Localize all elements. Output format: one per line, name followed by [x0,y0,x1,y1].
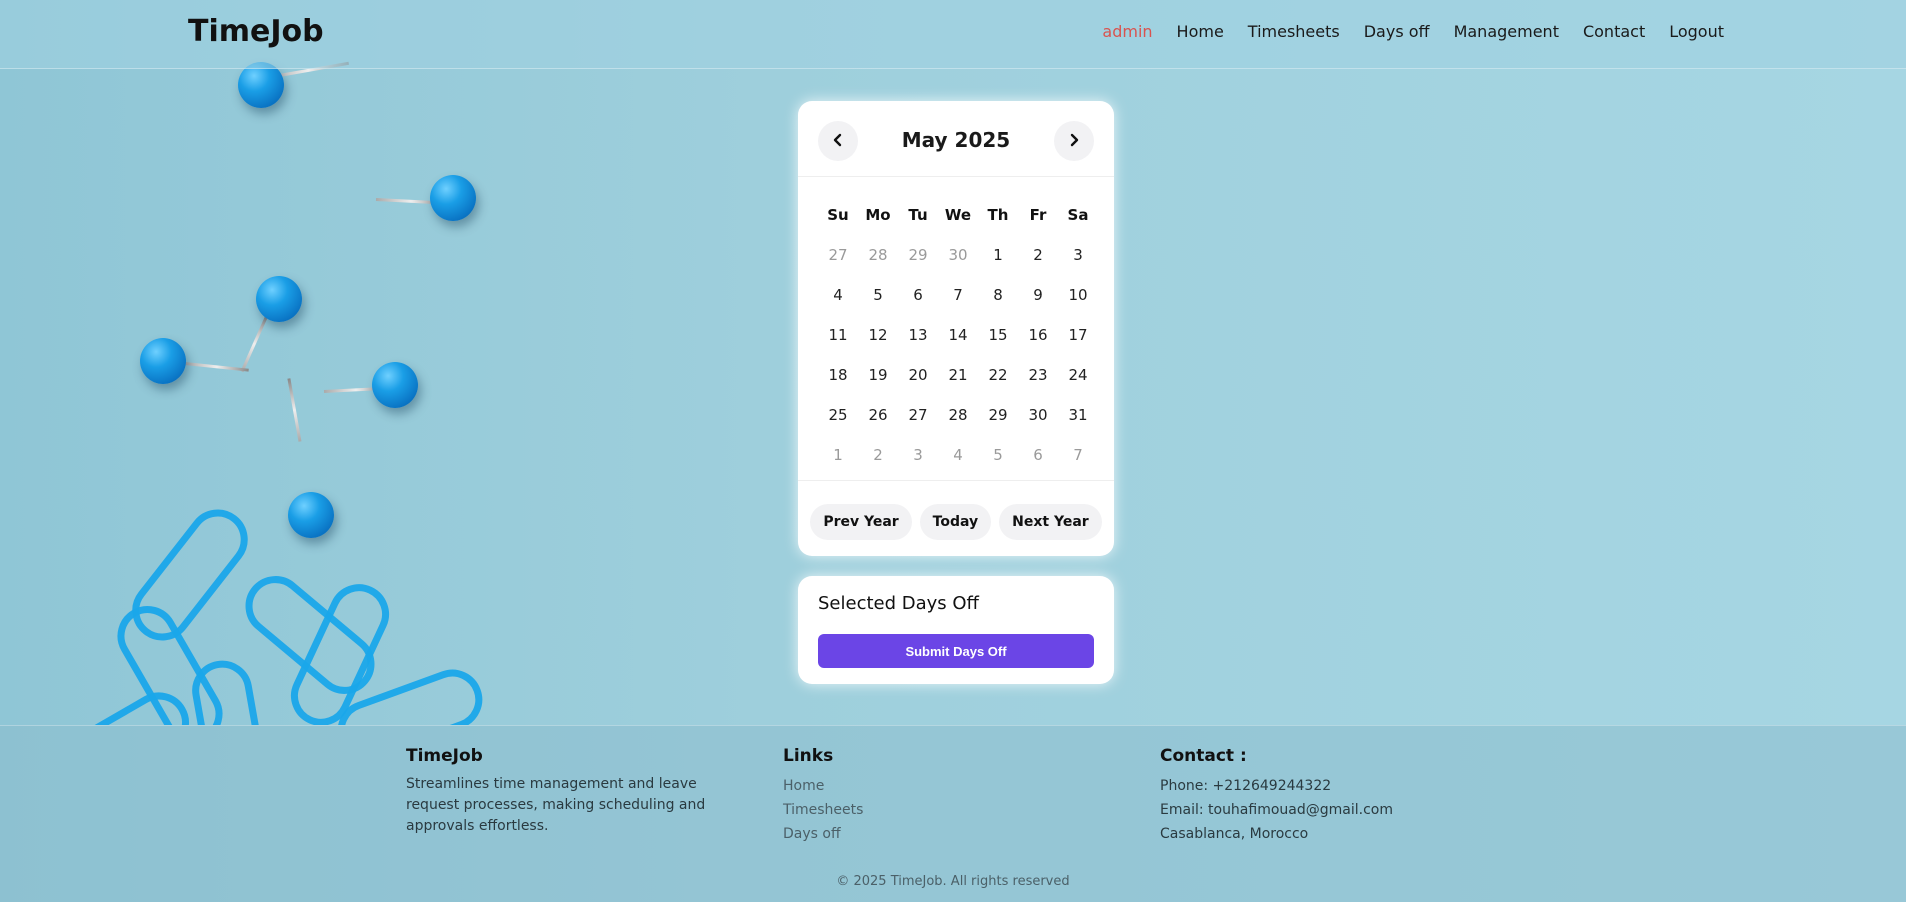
calendar-day[interactable]: 26 [858,395,898,435]
calendar-day[interactable]: 11 [818,315,858,355]
calendar-day-outside-month[interactable]: 4 [938,435,978,475]
calendar-day[interactable]: 21 [938,355,978,395]
calendar-day[interactable]: 14 [938,315,978,355]
footer-about: TimeJob Streamlines time management and … [406,746,726,837]
calendar-day[interactable]: 28 [938,395,978,435]
footer-link-days-off[interactable]: Days off [783,822,983,846]
next-month-button[interactable] [1054,121,1094,161]
nav-contact[interactable]: Contact [1583,22,1645,41]
calendar-day[interactable]: 6 [898,275,938,315]
footer-links-title: Links [783,746,834,766]
nav-management[interactable]: Management [1454,22,1559,41]
top-navbar: TimeJob admin Home Timesheets Days off M… [0,0,1906,69]
calendar-day[interactable]: 18 [818,355,858,395]
footer-link-home[interactable]: Home [783,774,983,798]
calendar-day[interactable]: 3 [1058,235,1098,275]
nav-admin[interactable]: admin [1102,22,1152,41]
calendar-day-outside-month[interactable]: 29 [898,235,938,275]
footer-email: Email: touhafimouad@gmail.com [1160,802,1393,818]
footer-contact-title: Contact : [1160,746,1247,766]
calendar-day-outside-month[interactable]: 1 [818,435,858,475]
calendar-day[interactable]: 1 [978,235,1018,275]
calendar-header: May 2025 [798,101,1114,177]
calendar-day-outside-month[interactable]: 27 [818,235,858,275]
calendar-day[interactable]: 2 [1018,235,1058,275]
next-year-button[interactable]: Next Year [999,503,1102,540]
calendar-day-outside-month[interactable]: 3 [898,435,938,475]
calendar-day[interactable]: 31 [1058,395,1098,435]
calendar-day[interactable]: 22 [978,355,1018,395]
calendar-card: May 2025 Su Mo Tu We Th Fr Sa 27 28 29 30 1 2 3 4 5 6 7 8 9… [798,101,1114,556]
footer-about-text: Streamlines time management and leave re… [406,776,706,834]
calendar-day[interactable]: 19 [858,355,898,395]
calendar-day[interactable]: 10 [1058,275,1098,315]
footer-contact: Contact : Phone: +212649244322 Email: to… [1160,746,1480,846]
prev-year-button[interactable]: Prev Year [810,503,912,540]
weekday-header: Mo [865,206,891,224]
footer-about-title: TimeJob [406,746,483,766]
calendar-day-outside-month[interactable]: 5 [978,435,1018,475]
calendar-day[interactable]: 4 [818,275,858,315]
nav-timesheets[interactable]: Timesheets [1248,22,1340,41]
calendar-day[interactable]: 12 [858,315,898,355]
calendar-day-outside-month[interactable]: 30 [938,235,978,275]
pushpins-paperclips-decoration [0,0,520,725]
calendar-day[interactable]: 20 [898,355,938,395]
selected-days-off-title: Selected Days Off [818,593,979,614]
footer-link-timesheets[interactable]: Timesheets [783,798,983,822]
footer-links: Links Home Timesheets Days off [783,746,983,846]
calendar-day[interactable]: 25 [818,395,858,435]
weekday-header: Su [827,206,849,224]
weekday-header: Fr [1029,206,1047,224]
calendar-day[interactable]: 30 [1018,395,1058,435]
calendar-day[interactable]: 16 [1018,315,1058,355]
calendar-grid: Su Mo Tu We Th Fr Sa 27 28 29 30 1 2 3 4 5 6 7 8 9 10 11 12 13 1… [818,195,1098,475]
nav-logout[interactable]: Logout [1669,22,1724,41]
site-footer: TimeJob Streamlines time management and … [0,725,1906,902]
calendar-day[interactable]: 17 [1058,315,1098,355]
weekday-header: Sa [1067,206,1089,224]
today-button[interactable]: Today [919,503,992,540]
calendar-day[interactable]: 29 [978,395,1018,435]
chevron-right-icon [1067,131,1081,152]
nav-home[interactable]: Home [1177,22,1224,41]
calendar-day[interactable]: 9 [1018,275,1058,315]
calendar-day[interactable]: 24 [1058,355,1098,395]
calendar-day[interactable]: 23 [1018,355,1058,395]
calendar-day[interactable]: 5 [858,275,898,315]
calendar-day[interactable]: 27 [898,395,938,435]
copyright-text: © 2025 TimeJob. All rights reserved [836,874,1070,889]
footer-phone: Phone: +212649244322 [1160,778,1332,794]
calendar-day-outside-month[interactable]: 7 [1058,435,1098,475]
weekday-header: Th [987,206,1009,224]
brand-logo[interactable]: TimeJob [188,14,324,49]
weekday-header: We [944,206,972,224]
nav-days-off[interactable]: Days off [1364,22,1430,41]
calendar-day[interactable]: 13 [898,315,938,355]
weekday-header: Tu [908,206,928,224]
footer-location: Casablanca, Morocco [1160,826,1309,842]
main-nav: admin Home Timesheets Days off Managemen… [1078,22,1724,41]
submit-days-off-button[interactable]: Submit Days Off [818,634,1094,668]
selected-days-off-card: Selected Days Off Submit Days Off [798,576,1114,684]
calendar-day-outside-month[interactable]: 28 [858,235,898,275]
calendar-day-outside-month[interactable]: 6 [1018,435,1058,475]
calendar-day-outside-month[interactable]: 2 [858,435,898,475]
calendar-day[interactable]: 15 [978,315,1018,355]
calendar-day[interactable]: 8 [978,275,1018,315]
calendar-footer: Prev Year Today Next Year [798,480,1114,556]
calendar-day[interactable]: 7 [938,275,978,315]
